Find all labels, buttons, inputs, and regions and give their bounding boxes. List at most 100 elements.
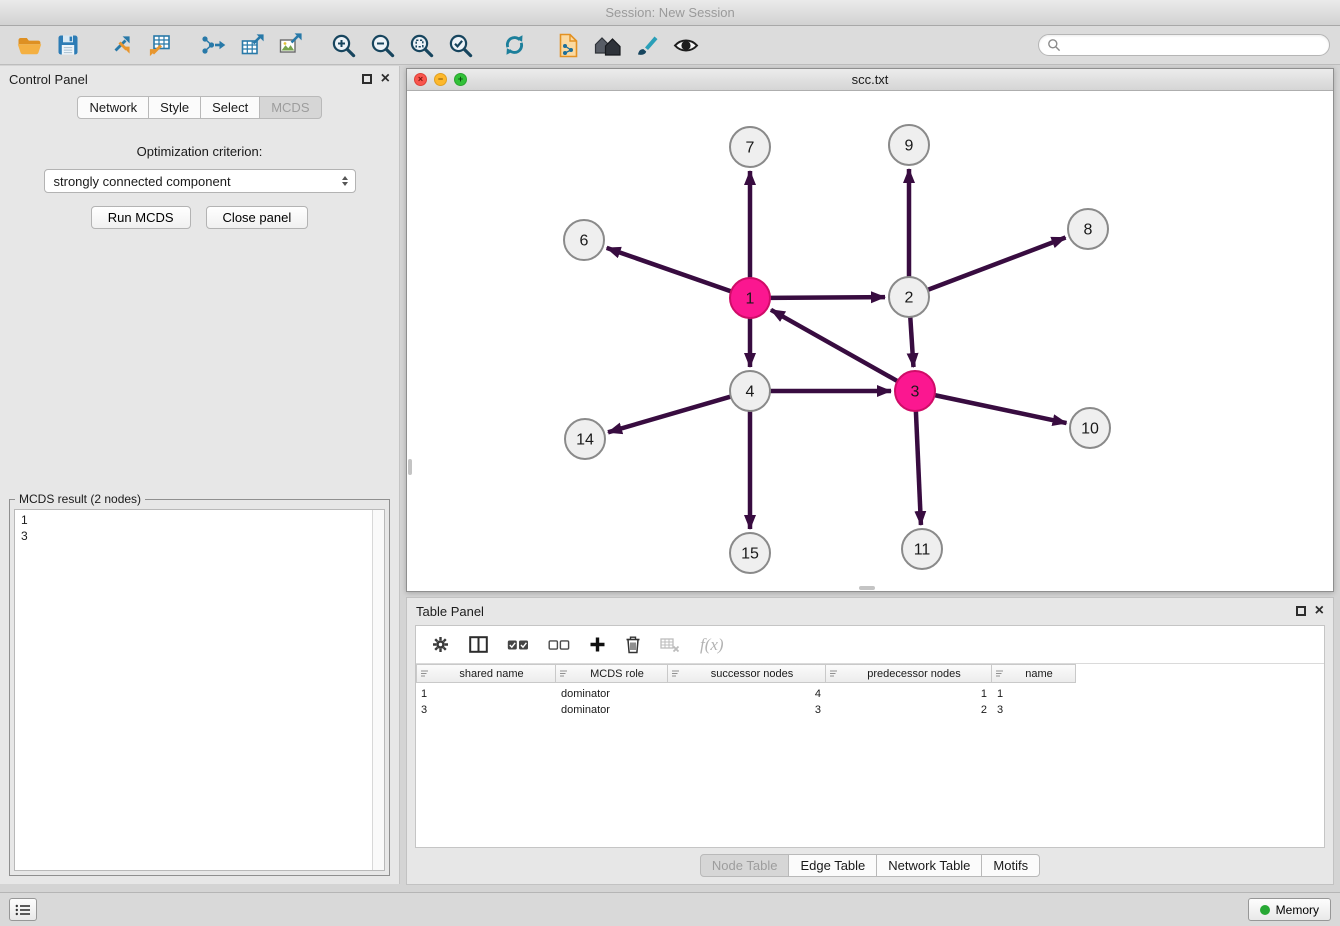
table-cell[interactable]: 1	[992, 688, 1076, 700]
delete-row-icon[interactable]	[625, 635, 641, 654]
table-tab-motifs[interactable]: Motifs	[981, 854, 1040, 877]
zoom-out-icon[interactable]	[367, 30, 398, 61]
zoom-selected-icon[interactable]	[445, 30, 476, 61]
graph-node-14[interactable]: 14	[565, 419, 605, 459]
run-mcds-button[interactable]: Run MCDS	[91, 206, 191, 229]
graph-edge-1-6[interactable]	[607, 248, 731, 291]
delete-table-icon	[660, 637, 681, 653]
sort-icon	[671, 669, 680, 678]
table-cell[interactable]: 1	[416, 688, 556, 700]
table-cell[interactable]: 3	[992, 704, 1076, 716]
optimization-label: Optimization criterion:	[0, 144, 399, 159]
control-tab-select[interactable]: Select	[200, 96, 260, 119]
graph-edge-2-8[interactable]	[928, 238, 1066, 290]
mcds-result-item[interactable]: 3	[15, 528, 384, 544]
graph-edge-4-14[interactable]	[608, 397, 731, 433]
column-header-predecessor-nodes[interactable]: predecessor nodes	[826, 664, 992, 683]
table-cell[interactable]: 3	[416, 704, 556, 716]
close-panel-icon[interactable]: ×	[381, 71, 390, 87]
minimize-window-icon[interactable]: −	[434, 73, 447, 86]
network-canvas[interactable]: 7 9 6 8 1 2 4 3 14 10 15 11	[407, 91, 1333, 591]
home-icon[interactable]	[591, 30, 624, 60]
add-row-icon[interactable]	[589, 636, 606, 653]
network-window-title: scc.txt	[852, 72, 889, 87]
table-row[interactable]: 1dominator411	[416, 686, 1324, 702]
refresh-icon[interactable]	[499, 30, 530, 60]
graph-node-7[interactable]: 7	[730, 127, 770, 167]
window-title: Session: New Session	[605, 5, 734, 20]
float-panel-icon[interactable]	[362, 74, 372, 84]
eye-icon[interactable]	[670, 30, 702, 60]
close-table-panel-icon[interactable]: ×	[1315, 603, 1324, 619]
mcds-result-list: 13	[14, 509, 385, 871]
graph-node-1[interactable]: 1	[730, 278, 770, 318]
export-table-icon[interactable]	[237, 30, 267, 60]
control-tab-network[interactable]: Network	[77, 96, 149, 119]
graph-edge-2-3[interactable]	[910, 317, 913, 367]
svg-text:6: 6	[580, 233, 589, 250]
table-row[interactable]: 3dominator323	[416, 702, 1324, 718]
table-header-row: shared nameMCDS rolesuccessor nodesprede…	[416, 664, 1324, 683]
graph-node-6[interactable]: 6	[564, 220, 604, 260]
deselect-all-icon[interactable]	[548, 639, 570, 651]
horizontal-scrollbar[interactable]	[859, 586, 875, 590]
table-tab-edge-table[interactable]: Edge Table	[788, 854, 877, 877]
graph-node-11[interactable]: 11	[902, 529, 942, 569]
column-header-MCDS-role[interactable]: MCDS role	[556, 664, 668, 683]
close-window-icon[interactable]: ×	[414, 73, 427, 86]
search-input[interactable]	[1066, 37, 1321, 53]
open-folder-icon[interactable]	[14, 30, 45, 60]
import-network-icon[interactable]	[106, 30, 136, 60]
window-titlebar: Session: New Session	[0, 0, 1340, 26]
show-columns-icon[interactable]	[469, 636, 488, 653]
task-list-icon[interactable]	[9, 898, 37, 921]
export-network-icon[interactable]	[197, 30, 229, 60]
optimization-select[interactable]: strongly connected component	[44, 169, 356, 193]
graph-edge-3-11[interactable]	[916, 411, 921, 525]
result-scrollbar[interactable]	[372, 510, 384, 870]
svg-text:8: 8	[1084, 222, 1093, 239]
network-graph[interactable]: 7 9 6 8 1 2 4 3 14 10 15 11	[407, 91, 1333, 591]
apply-style-icon[interactable]	[632, 30, 662, 60]
table-cell[interactable]: 1	[826, 688, 992, 700]
table-cell[interactable]: 3	[668, 704, 826, 716]
graph-node-2[interactable]: 2	[889, 277, 929, 317]
control-tab-mcds[interactable]: MCDS	[259, 96, 321, 119]
graph-node-3[interactable]: 3	[895, 371, 935, 411]
table-tab-node-table[interactable]: Node Table	[700, 854, 790, 877]
table-cell[interactable]: dominator	[556, 704, 668, 716]
sort-icon	[420, 669, 429, 678]
mcds-result-item[interactable]: 1	[15, 512, 384, 528]
zoom-fit-icon[interactable]	[406, 30, 437, 61]
control-tab-style[interactable]: Style	[148, 96, 201, 119]
table-settings-gear-icon[interactable]	[431, 635, 450, 654]
vertical-scrollbar[interactable]	[408, 459, 412, 475]
graph-node-9[interactable]: 9	[889, 125, 929, 165]
graph-node-10[interactable]: 10	[1070, 408, 1110, 448]
table-cell[interactable]: 4	[668, 688, 826, 700]
save-icon[interactable]	[53, 30, 83, 60]
table-cell[interactable]: 2	[826, 704, 992, 716]
table-tab-network-table[interactable]: Network Table	[876, 854, 982, 877]
zoom-in-icon[interactable]	[328, 30, 359, 61]
column-header-successor-nodes[interactable]: successor nodes	[668, 664, 826, 683]
svg-text:2: 2	[905, 290, 914, 307]
memory-button[interactable]: Memory	[1248, 898, 1331, 921]
graph-node-4[interactable]: 4	[730, 371, 770, 411]
table-cell[interactable]: dominator	[556, 688, 668, 700]
close-panel-button[interactable]: Close panel	[206, 206, 309, 229]
export-image-icon[interactable]	[275, 30, 305, 60]
maximize-window-icon[interactable]: +	[454, 73, 467, 86]
graph-edge-3-1[interactable]	[771, 310, 898, 381]
column-header-shared-name[interactable]: shared name	[416, 664, 556, 683]
import-table-icon[interactable]	[144, 30, 174, 60]
graph-node-8[interactable]: 8	[1068, 209, 1108, 249]
column-header-name[interactable]: name	[992, 664, 1076, 683]
new-network-icon[interactable]	[553, 30, 583, 61]
graph-node-15[interactable]: 15	[730, 533, 770, 573]
toolbar-separator	[178, 45, 193, 46]
float-table-panel-icon[interactable]	[1296, 606, 1306, 616]
select-all-icon[interactable]	[507, 639, 529, 651]
graph-edge-3-10[interactable]	[935, 395, 1067, 423]
graph-edge-1-2[interactable]	[770, 297, 885, 298]
